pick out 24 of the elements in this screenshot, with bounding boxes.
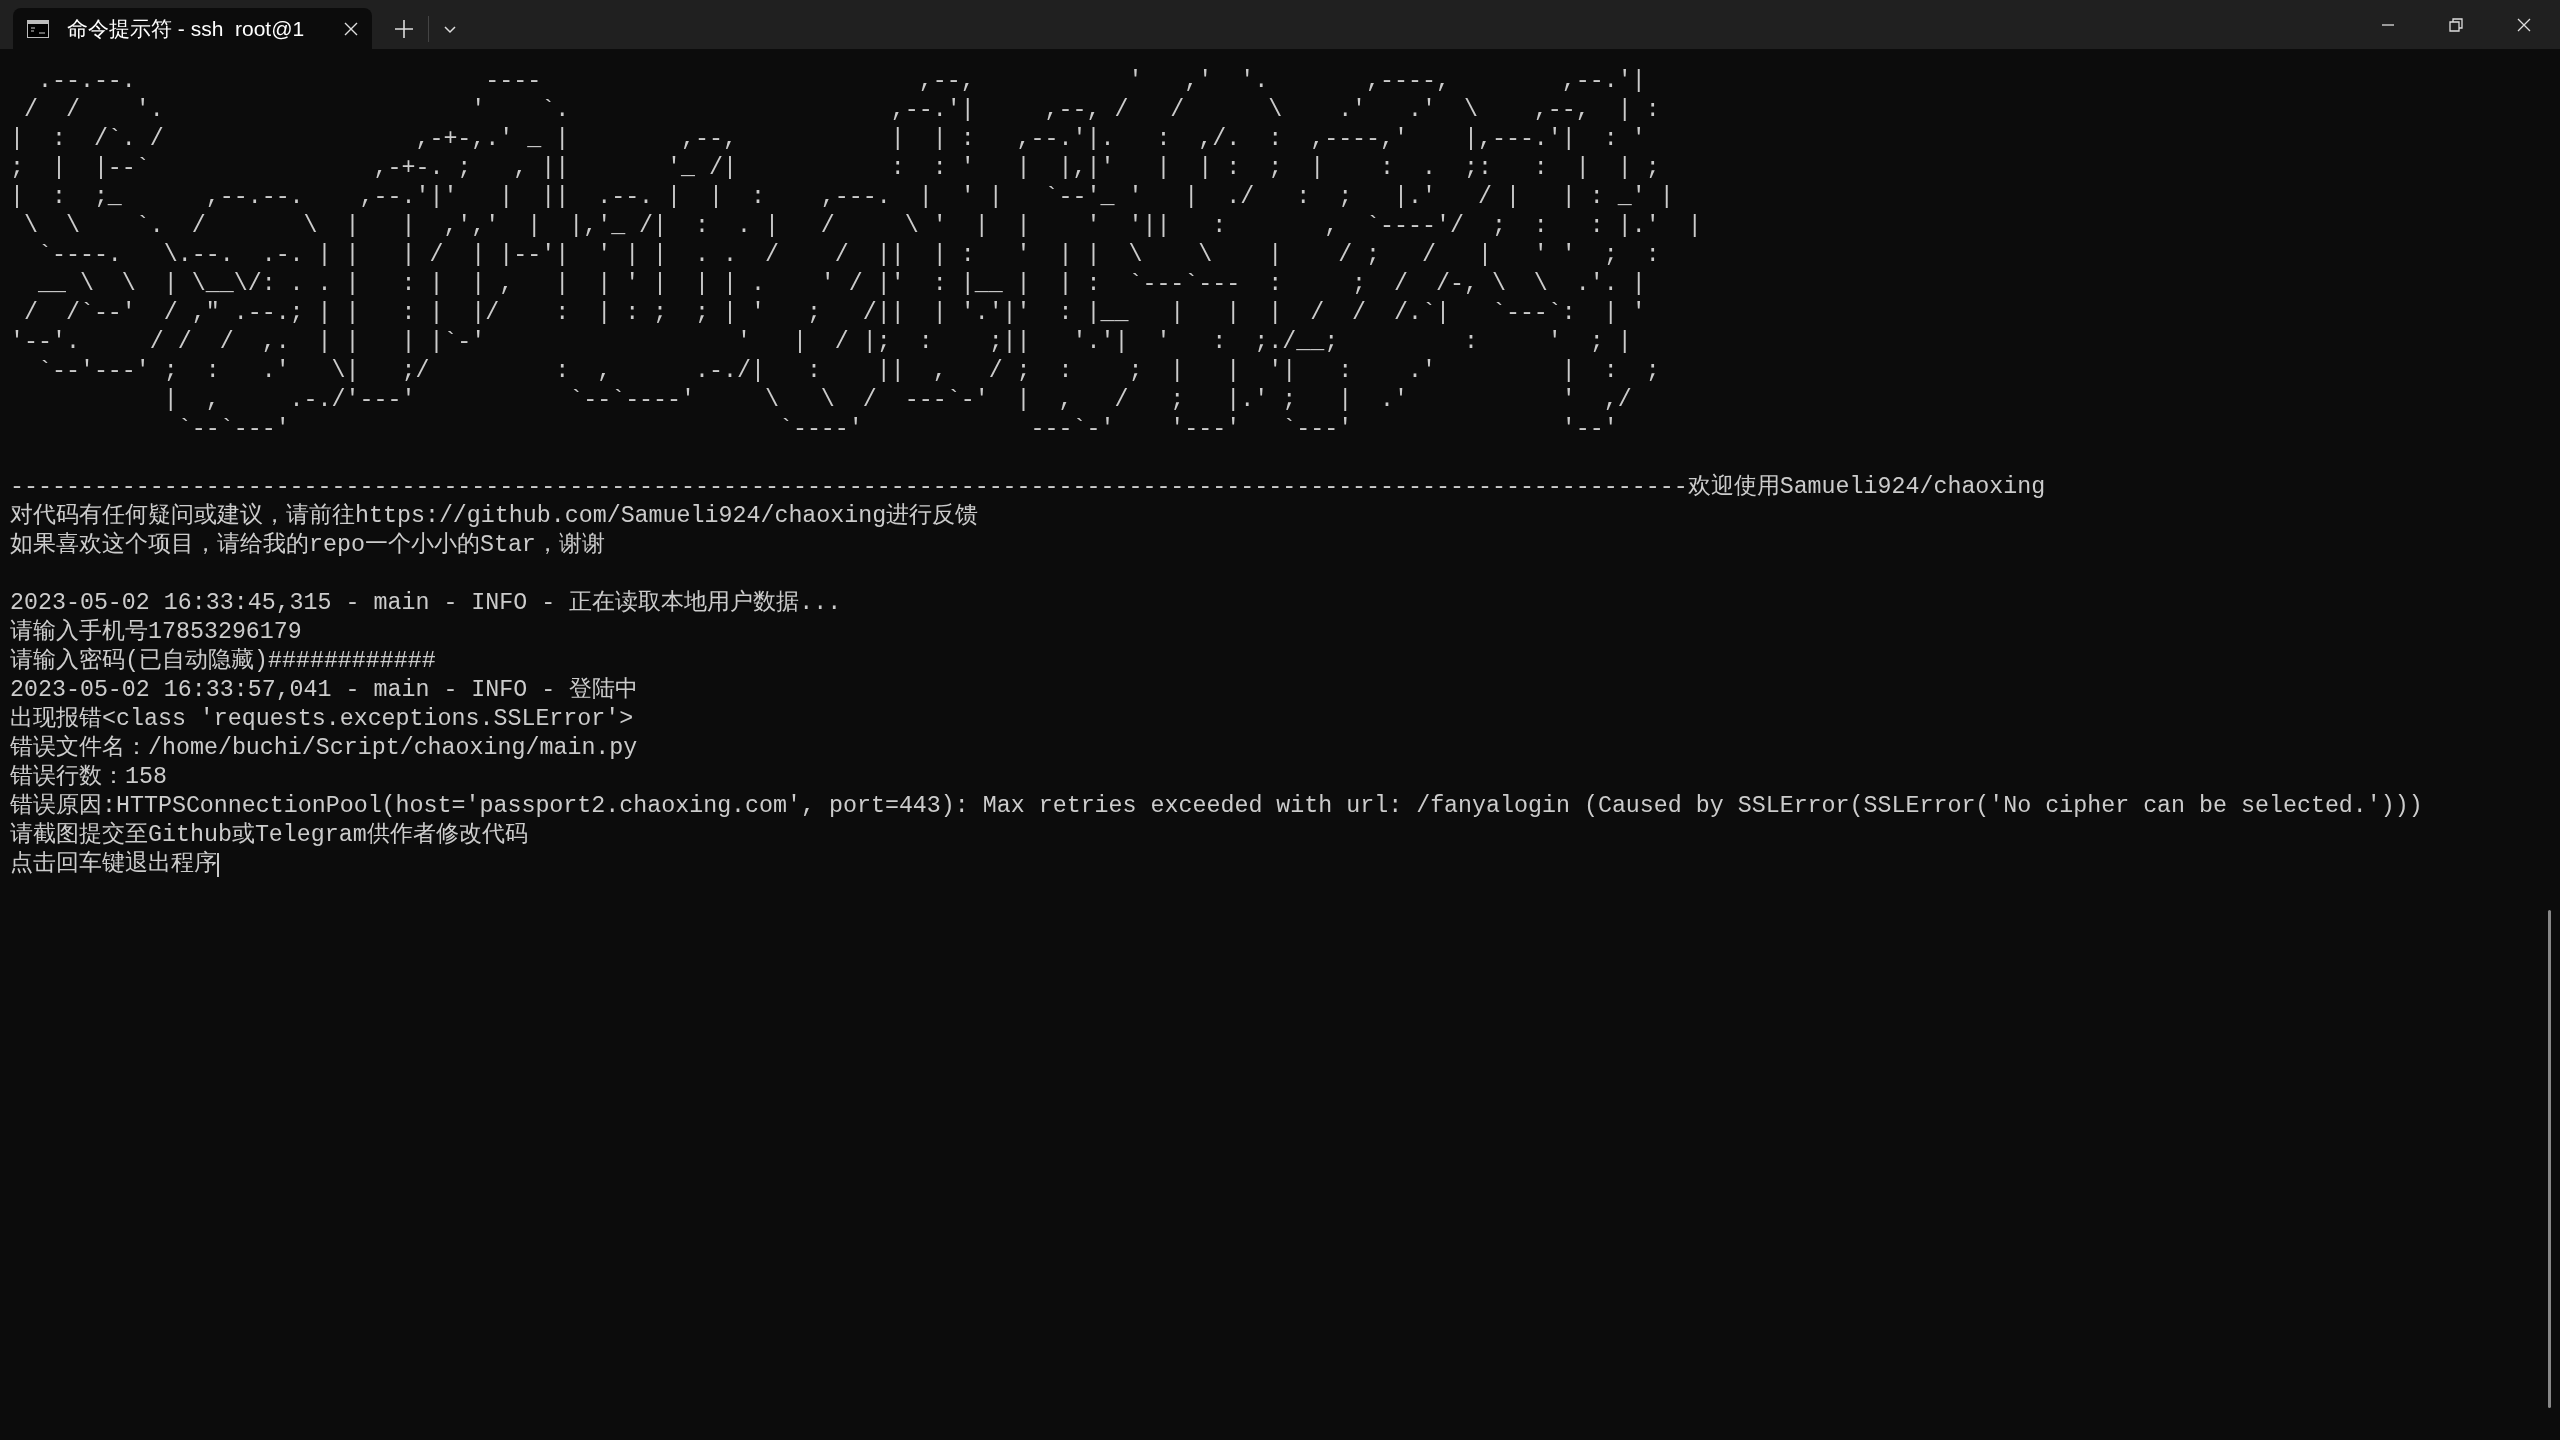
restore-icon[interactable] xyxy=(2448,16,2464,33)
close-icon[interactable] xyxy=(344,21,358,36)
scrollbar-thumb[interactable] xyxy=(2548,910,2551,1408)
terminal-line: 错误行数：158 xyxy=(10,763,167,792)
ascii-art-text: .--.--. ---- ,--, ' ,' '. ,----, ,--.'| / / '. ' `. ,--.'| ,--, / / \ .' .' \ ,--, | : | : /`. / ,-+-,.' _ | ,--, | | : ,--.'|. : ,/. : ,----,' |,---.'| : ' ; | |--` ,-+-. ; , || '_ /| : : ' | |,|' | | : ; | : . ;: : | | ; | : ;_ ,--.--. ,--.'|' | || .--. | | : ,---. | ' | `--'_ ' | ./ : ; |.' / | | : _' | \ \ `. / \ | | ,',' | |,'_ /| : . | / \ ' | | ' '|| : , `----'/ ; : : |.' | `----. \.--. .-. | | | / | |--'| ' | | . . / / || | : ' | | \ \ | / ; / | ' ' ; : __ \ \ | \__\/: . . | : | | , | | ' | | | . ' / |' : |__ | | : `---`--- : ; / /-, \ \ .'. | / /`--' / ," .--.; | | : | |/ : | : ; ; | ' ; /|| | '.'|' : |__ | | | / / /.`| `---`: | ' '--'. / / / ,. | | | |`-' ' | / |; : ;|| '.'| ' : ;./__; : ' ; | `--'---' ; : .' \| ;/ : , .-./| : || , / ; : ; | | '| : .' | : ; | , .-./'---' `--`----' \ \ / ---`-' | , / ; |.' ; | .' ' ,/ `--`---' `----' ---`-' '---' `---' '--' xyxy=(10,67,1702,444)
terminal-line: 对代码有任何疑问或建议，请前往https://github.com/Samueli924/chaoxing进行反馈 xyxy=(10,502,979,531)
close-icon[interactable] xyxy=(2516,16,2532,33)
terminal-line: 出现报错<class 'requests.exceptions.SSLError'> xyxy=(10,705,634,734)
tab-title: 命令提示符 - ssh root@1 xyxy=(67,15,306,42)
terminal-line: 点击回车键退出程序 xyxy=(10,850,217,879)
terminal-line: 请截图提交至Github或Telegram供作者修改代码 xyxy=(10,821,528,850)
new-tab-icon[interactable] xyxy=(394,18,414,39)
chevron-down-icon[interactable] xyxy=(443,23,457,34)
terminal-line: 2023-05-02 16:33:45,315 - main - INFO - 正在读取本地用户数据... xyxy=(10,589,842,618)
terminal-icon xyxy=(27,19,49,38)
terminal-line: 错误文件名：/home/buchi/Script/chaoxing/main.py xyxy=(10,734,638,763)
terminal-line: 请输入手机号17853296179 xyxy=(10,618,302,647)
terminal-line: 2023-05-02 16:33:57,041 - main - INFO - 登陆中 xyxy=(10,676,639,705)
terminal-line: 请输入密码(已自动隐藏)############ xyxy=(10,647,436,676)
terminal-line: 错误原因:HTTPSConnectionPool(host='passport2.chaoxing.com', port=443): Max retries exceeded with url: /fanyalogin (Caused by SSLError(SSLError('No cipher can be selected.'))) xyxy=(10,792,2423,821)
text-cursor xyxy=(217,852,219,877)
terminal-tab[interactable]: 命令提示符 - ssh root@1 xyxy=(13,8,372,49)
terminal-line: 如果喜欢这个项目，请给我的repo一个小小的Star，谢谢 xyxy=(10,531,605,560)
terminal-line: ------------------------------------------------------------------------------------------------------------------------欢迎使用Samueli924/chaoxing xyxy=(10,473,2046,502)
